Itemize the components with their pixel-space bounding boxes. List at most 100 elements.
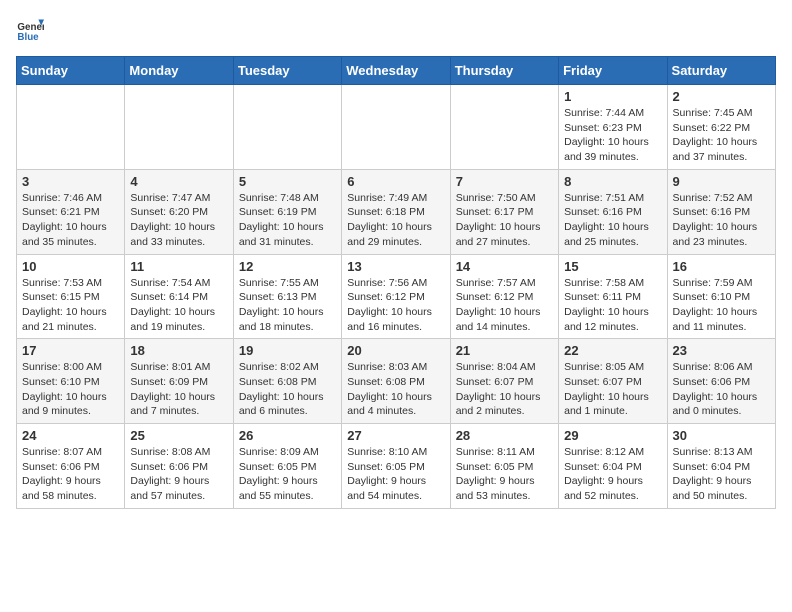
calendar-cell: 3 Sunrise: 7:46 AM Sunset: 6:21 PM Daylig… — [17, 169, 125, 254]
day-info: Sunrise: 8:13 AM Sunset: 6:04 PM Dayligh… — [673, 445, 770, 504]
day-info: Sunrise: 8:06 AM Sunset: 6:06 PM Dayligh… — [673, 360, 770, 419]
day-of-week-header: Monday — [125, 57, 233, 85]
day-of-week-header: Thursday — [450, 57, 558, 85]
calendar-cell: 28 Sunrise: 8:11 AM Sunset: 6:05 PM Dayli… — [450, 424, 558, 509]
svg-text:Blue: Blue — [17, 32, 39, 43]
calendar-cell: 18 Sunrise: 8:01 AM Sunset: 6:09 PM Dayli… — [125, 339, 233, 424]
calendar-cell: 10 Sunrise: 7:53 AM Sunset: 6:15 PM Dayli… — [17, 254, 125, 339]
day-info: Sunrise: 8:01 AM Sunset: 6:09 PM Dayligh… — [130, 360, 227, 419]
calendar-cell: 2 Sunrise: 7:45 AM Sunset: 6:22 PM Daylig… — [667, 85, 775, 170]
calendar-cell: 27 Sunrise: 8:10 AM Sunset: 6:05 PM Dayli… — [342, 424, 450, 509]
calendar-cell: 25 Sunrise: 8:08 AM Sunset: 6:06 PM Dayli… — [125, 424, 233, 509]
calendar-cell: 14Sunrise: 7:57 AM Sunset: 6:12 PM Dayli… — [450, 254, 558, 339]
day-info: Sunrise: 8:12 AM Sunset: 6:04 PM Dayligh… — [564, 445, 661, 504]
day-info: Sunrise: 8:03 AM Sunset: 6:08 PM Dayligh… — [347, 360, 444, 419]
day-number: 18 — [130, 343, 227, 358]
day-number: 30 — [673, 428, 770, 443]
calendar-cell: 12 Sunrise: 7:55 AM Sunset: 6:13 PM Dayli… — [233, 254, 341, 339]
day-info: Sunrise: 7:59 AM Sunset: 6:10 PM Dayligh… — [673, 276, 770, 335]
calendar-cell: 9 Sunrise: 7:52 AM Sunset: 6:16 PM Daylig… — [667, 169, 775, 254]
day-info: Sunrise: 7:53 AM Sunset: 6:15 PM Dayligh… — [22, 276, 119, 335]
day-number: 8 — [564, 174, 661, 189]
day-number: 15 — [564, 259, 661, 274]
day-info: Sunrise: 7:45 AM Sunset: 6:22 PM Dayligh… — [673, 106, 770, 165]
calendar-cell: 29 Sunrise: 8:12 AM Sunset: 6:04 PM Dayli… — [559, 424, 667, 509]
day-info: Sunrise: 7:51 AM Sunset: 6:16 PM Dayligh… — [564, 191, 661, 250]
day-number: 21 — [456, 343, 553, 358]
day-info: Sunrise: 7:56 AM Sunset: 6:12 PM Dayligh… — [347, 276, 444, 335]
calendar-cell: 1 Sunrise: 7:44 AM Sunset: 6:23 PM Daylig… — [559, 85, 667, 170]
calendar-cell: 16 Sunrise: 7:59 AM Sunset: 6:10 PM Dayli… — [667, 254, 775, 339]
day-info: Sunrise: 8:04 AM Sunset: 6:07 PM Dayligh… — [456, 360, 553, 419]
day-number: 22 — [564, 343, 661, 358]
day-number: 7 — [456, 174, 553, 189]
day-number: 17 — [22, 343, 119, 358]
calendar-table: SundayMondayTuesdayWednesdayThursdayFrid… — [16, 56, 776, 509]
calendar-cell: 24Sunrise: 8:07 AM Sunset: 6:06 PM Dayli… — [17, 424, 125, 509]
day-number: 16 — [673, 259, 770, 274]
day-number: 11 — [130, 259, 227, 274]
calendar-week-row: 17 Sunrise: 8:00 AM Sunset: 6:10 PM Dayli… — [17, 339, 776, 424]
day-number: 12 — [239, 259, 336, 274]
calendar-cell — [450, 85, 558, 170]
calendar-cell — [125, 85, 233, 170]
day-number: 2 — [673, 89, 770, 104]
page-header: General Blue — [16, 16, 776, 44]
day-number: 27 — [347, 428, 444, 443]
day-info: Sunrise: 8:11 AM Sunset: 6:05 PM Dayligh… — [456, 445, 553, 504]
calendar-cell: 13Sunrise: 7:56 AM Sunset: 6:12 PM Dayli… — [342, 254, 450, 339]
day-number: 20 — [347, 343, 444, 358]
calendar-week-row: 3 Sunrise: 7:46 AM Sunset: 6:21 PM Daylig… — [17, 169, 776, 254]
day-of-week-header: Saturday — [667, 57, 775, 85]
day-info: Sunrise: 7:50 AM Sunset: 6:17 PM Dayligh… — [456, 191, 553, 250]
day-info: Sunrise: 7:52 AM Sunset: 6:16 PM Dayligh… — [673, 191, 770, 250]
day-number: 4 — [130, 174, 227, 189]
calendar-cell: 20 Sunrise: 8:03 AM Sunset: 6:08 PM Dayli… — [342, 339, 450, 424]
logo: General Blue — [16, 16, 48, 44]
day-info: Sunrise: 7:44 AM Sunset: 6:23 PM Dayligh… — [564, 106, 661, 165]
day-info: Sunrise: 8:09 AM Sunset: 6:05 PM Dayligh… — [239, 445, 336, 504]
calendar-cell: 4 Sunrise: 7:47 AM Sunset: 6:20 PM Daylig… — [125, 169, 233, 254]
logo-icon: General Blue — [16, 16, 44, 44]
day-number: 28 — [456, 428, 553, 443]
calendar-cell: 7 Sunrise: 7:50 AM Sunset: 6:17 PM Daylig… — [450, 169, 558, 254]
day-number: 19 — [239, 343, 336, 358]
calendar-cell: 8 Sunrise: 7:51 AM Sunset: 6:16 PM Daylig… — [559, 169, 667, 254]
day-number: 6 — [347, 174, 444, 189]
day-info: Sunrise: 7:48 AM Sunset: 6:19 PM Dayligh… — [239, 191, 336, 250]
day-number: 29 — [564, 428, 661, 443]
calendar-cell — [233, 85, 341, 170]
calendar-cell: 21 Sunrise: 8:04 AM Sunset: 6:07 PM Dayli… — [450, 339, 558, 424]
calendar-week-row: 10 Sunrise: 7:53 AM Sunset: 6:15 PM Dayli… — [17, 254, 776, 339]
day-info: Sunrise: 8:10 AM Sunset: 6:05 PM Dayligh… — [347, 445, 444, 504]
day-info: Sunrise: 7:58 AM Sunset: 6:11 PM Dayligh… — [564, 276, 661, 335]
day-number: 1 — [564, 89, 661, 104]
calendar-cell: 19 Sunrise: 8:02 AM Sunset: 6:08 PM Dayli… — [233, 339, 341, 424]
day-info: Sunrise: 8:02 AM Sunset: 6:08 PM Dayligh… — [239, 360, 336, 419]
day-of-week-header: Sunday — [17, 57, 125, 85]
day-info: Sunrise: 8:05 AM Sunset: 6:07 PM Dayligh… — [564, 360, 661, 419]
day-number: 23 — [673, 343, 770, 358]
day-of-week-header: Tuesday — [233, 57, 341, 85]
day-number: 5 — [239, 174, 336, 189]
calendar-cell: 6 Sunrise: 7:49 AM Sunset: 6:18 PM Daylig… — [342, 169, 450, 254]
day-number: 25 — [130, 428, 227, 443]
day-number: 3 — [22, 174, 119, 189]
calendar-header-row: SundayMondayTuesdayWednesdayThursdayFrid… — [17, 57, 776, 85]
calendar-cell: 22 Sunrise: 8:05 AM Sunset: 6:07 PM Dayli… — [559, 339, 667, 424]
calendar-week-row: 24Sunrise: 8:07 AM Sunset: 6:06 PM Dayli… — [17, 424, 776, 509]
calendar-cell: 11Sunrise: 7:54 AM Sunset: 6:14 PM Dayli… — [125, 254, 233, 339]
calendar-cell — [17, 85, 125, 170]
day-info: Sunrise: 7:55 AM Sunset: 6:13 PM Dayligh… — [239, 276, 336, 335]
day-info: Sunrise: 7:47 AM Sunset: 6:20 PM Dayligh… — [130, 191, 227, 250]
day-number: 10 — [22, 259, 119, 274]
day-info: Sunrise: 7:46 AM Sunset: 6:21 PM Dayligh… — [22, 191, 119, 250]
day-info: Sunrise: 8:00 AM Sunset: 6:10 PM Dayligh… — [22, 360, 119, 419]
calendar-cell — [342, 85, 450, 170]
day-info: Sunrise: 8:08 AM Sunset: 6:06 PM Dayligh… — [130, 445, 227, 504]
day-info: Sunrise: 7:49 AM Sunset: 6:18 PM Dayligh… — [347, 191, 444, 250]
calendar-cell: 17 Sunrise: 8:00 AM Sunset: 6:10 PM Dayli… — [17, 339, 125, 424]
day-of-week-header: Wednesday — [342, 57, 450, 85]
day-info: Sunrise: 8:07 AM Sunset: 6:06 PM Dayligh… — [22, 445, 119, 504]
day-number: 9 — [673, 174, 770, 189]
